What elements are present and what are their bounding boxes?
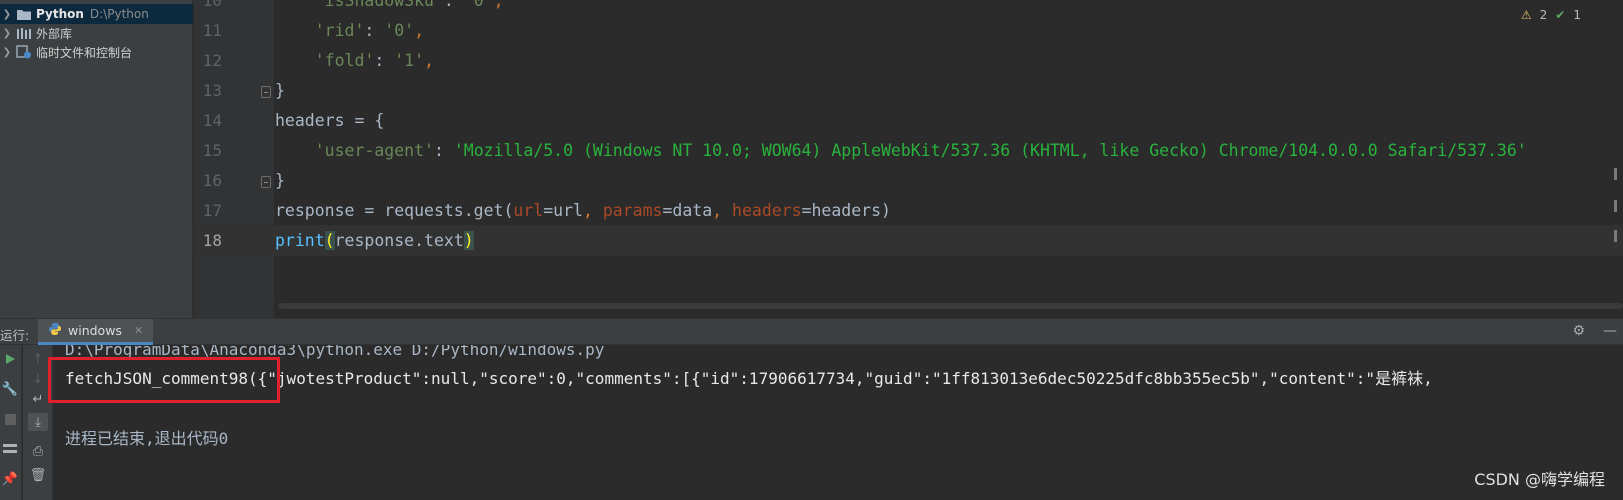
- scratch-icon: [16, 45, 32, 59]
- print-icon[interactable]: ⎙: [30, 443, 46, 459]
- line-number: 12: [202, 51, 222, 70]
- tree-item-label: Python: [36, 7, 84, 21]
- inspection-widget[interactable]: ⚠ 2 ✔ 1: [1521, 8, 1581, 22]
- code-text: print(response.text): [275, 231, 474, 250]
- tree-item-path: D:\Python: [89, 7, 149, 21]
- code-line[interactable]: 14 headers = {: [194, 105, 1623, 136]
- tree-item-label: 外部库: [36, 26, 73, 41]
- arrow-down-icon[interactable]: ↓: [30, 371, 46, 387]
- horizontal-scrollbar[interactable]: [278, 303, 1623, 309]
- run-toolbar-primary: 🔧 📌: [0, 345, 22, 500]
- project-tool-window: ❯ Python D:\Python ❯ 外部库 ❯ 临时文件和控制台: [0, 0, 193, 318]
- stop-icon[interactable]: [2, 411, 18, 427]
- gear-icon[interactable]: ⚙: [1572, 323, 1585, 339]
- code-line[interactable]: 15 'user-agent': 'Mozilla/5.0 (Windows N…: [194, 135, 1623, 166]
- chevron-right-icon[interactable]: ❯: [0, 28, 14, 39]
- line-number: 16: [202, 171, 222, 190]
- close-icon[interactable]: ✕: [134, 324, 143, 337]
- soft-wrap-icon[interactable]: ↵: [30, 391, 46, 407]
- line-number: 10: [202, 0, 222, 10]
- scroll-marker: [1614, 200, 1617, 212]
- scroll-marker: [1614, 230, 1617, 242]
- annotation-highlight-box: [48, 357, 280, 403]
- pin-icon[interactable]: 📌: [2, 471, 18, 487]
- code-line[interactable]: 18 print(response.text): [194, 225, 1623, 256]
- tree-item-scratches[interactable]: ❯ 临时文件和控制台: [0, 42, 193, 62]
- tree-item-label: 临时文件和控制台: [36, 45, 133, 60]
- code-text: }: [275, 81, 285, 100]
- tree-item-external-libraries[interactable]: ❯ 外部库: [0, 23, 193, 43]
- code-line[interactable]: 13}: [194, 75, 1623, 106]
- fold-marker-icon[interactable]: [261, 86, 271, 98]
- code-line[interactable]: 16}: [194, 165, 1623, 196]
- code-line[interactable]: 17 response = requests.get(url=url, param…: [194, 195, 1623, 226]
- run-label: 运行:: [0, 328, 30, 343]
- scroll-to-end-icon[interactable]: ⤓: [28, 413, 48, 431]
- library-icon: [16, 26, 32, 40]
- minimize-icon[interactable]: —: [1603, 323, 1617, 339]
- code-text: response = requests.get(url=url, params=…: [275, 201, 891, 220]
- run-tool-window-header: 运行: windows ✕ ⚙ —: [0, 318, 1623, 345]
- fold-marker-icon[interactable]: [261, 176, 271, 188]
- line-number: 14: [202, 111, 222, 130]
- scroll-marker: [1614, 168, 1617, 180]
- chevron-right-icon[interactable]: ❯: [0, 9, 14, 20]
- code-line[interactable]: 11 'rid': '0',: [194, 15, 1623, 46]
- wrench-icon[interactable]: 🔧: [2, 381, 18, 397]
- chevron-right-icon[interactable]: ❯: [0, 47, 14, 58]
- line-number: 11: [202, 21, 222, 40]
- line-number: 13: [202, 81, 222, 100]
- check-count: 1: [1573, 8, 1581, 22]
- code-line[interactable]: 10 'isShadowSku': '0',: [194, 0, 1623, 16]
- check-icon: ✔: [1555, 8, 1566, 22]
- arrow-up-icon[interactable]: ↑: [30, 351, 46, 367]
- run-tab-label: windows: [68, 323, 122, 338]
- run-tab-windows[interactable]: windows ✕: [38, 319, 154, 345]
- folder-icon: [16, 7, 32, 21]
- code-editor[interactable]: 10 'isShadowSku': '0', 11 'rid': '0', 12 '…: [194, 0, 1623, 318]
- tree-item-python[interactable]: ❯ Python D:\Python: [0, 4, 193, 24]
- warning-icon: ⚠: [1520, 8, 1532, 22]
- watermark: CSDN @嗨学编程: [1474, 470, 1605, 489]
- rerun-icon[interactable]: [2, 351, 18, 367]
- code-text: }: [275, 171, 285, 190]
- code-text: 'rid': '0',: [314, 21, 425, 40]
- trash-icon[interactable]: 🗑: [30, 467, 47, 483]
- python-icon: [48, 322, 62, 339]
- code-text: headers = {: [275, 111, 385, 130]
- line-number: 15: [202, 141, 222, 160]
- line-number: 17: [202, 201, 222, 220]
- layout-icon[interactable]: [2, 441, 18, 457]
- code-text: 'isShadowSku': '0',: [314, 0, 504, 10]
- line-number: 18: [194, 225, 222, 256]
- code-line[interactable]: 12 'fold': '1',: [194, 45, 1623, 76]
- code-text: 'user-agent': 'Mozilla/5.0 (Windows NT 1…: [314, 141, 1527, 160]
- warning-count: 2: [1539, 8, 1548, 22]
- console-exit-line: 进程已结束,退出代码0: [65, 429, 229, 448]
- code-text: 'fold': '1',: [314, 51, 434, 70]
- run-console[interactable]: D:\ProgramData\Anaconda3\python.exe D:/P…: [54, 345, 1623, 500]
